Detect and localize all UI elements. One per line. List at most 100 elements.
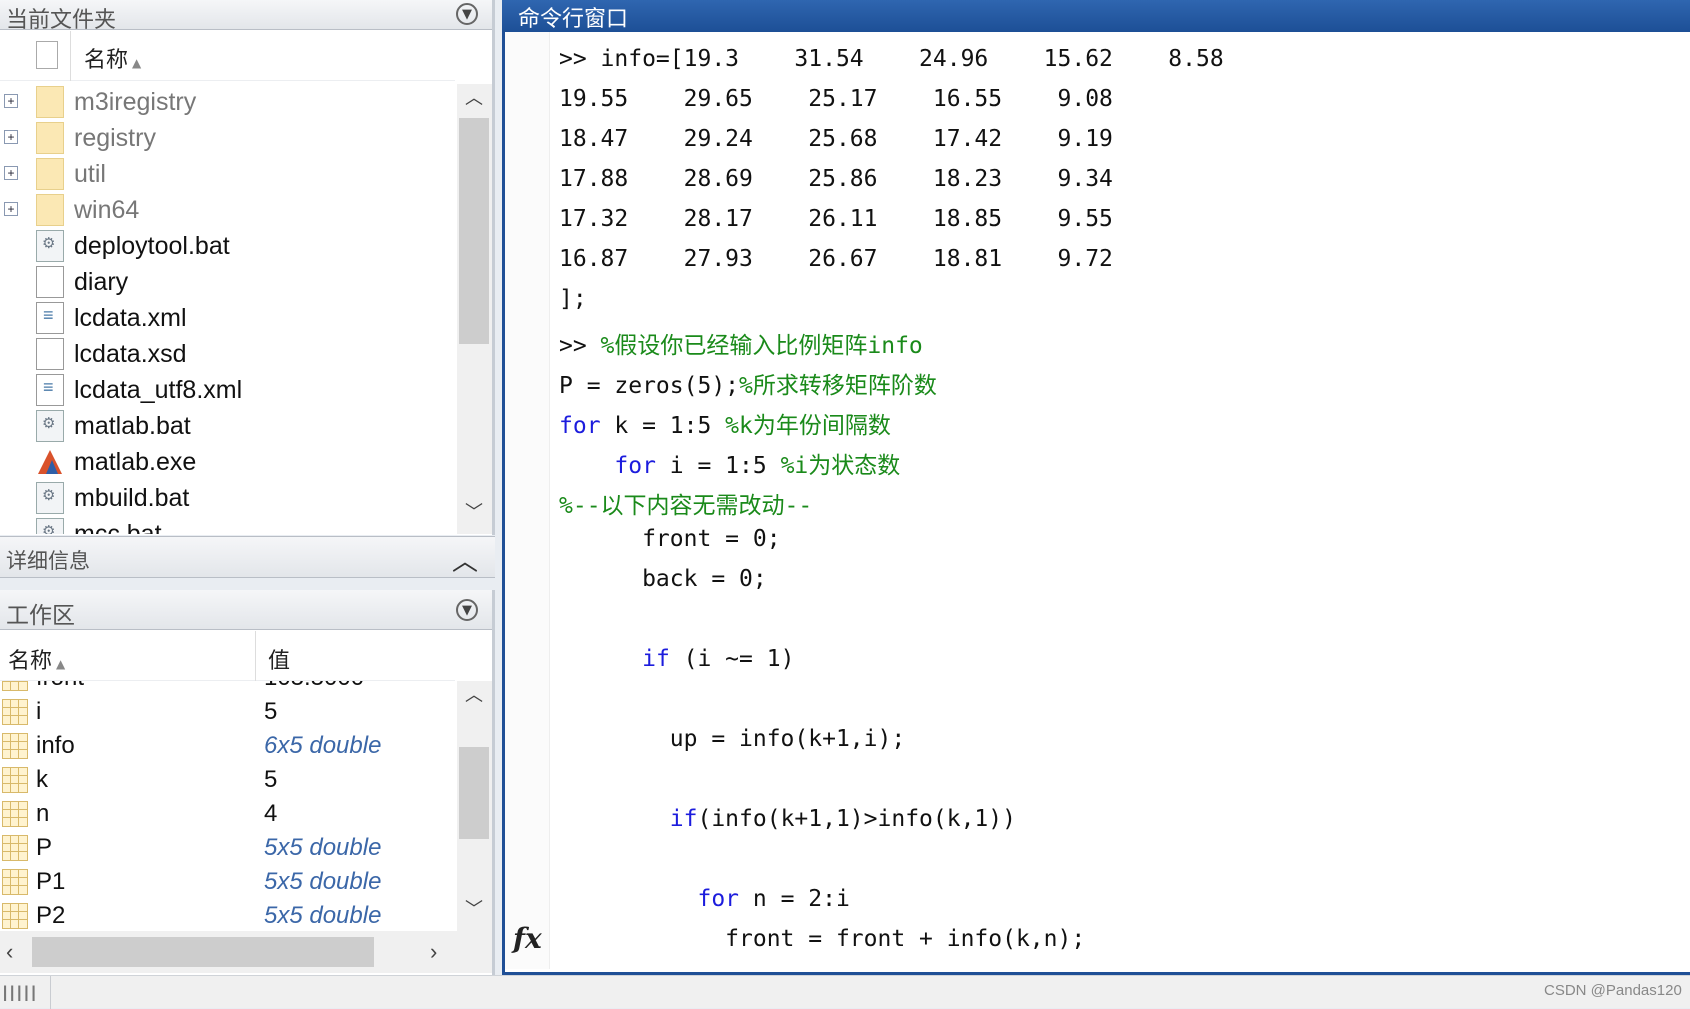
workspace-vertical-scrollbar[interactable]: ︿ ﹀ xyxy=(457,681,492,931)
file-item-mbuild-bat[interactable]: mbuild.bat xyxy=(0,480,455,514)
scroll-thumb[interactable] xyxy=(459,118,489,344)
variable-row-P1[interactable]: P1 5x5 double xyxy=(0,865,455,899)
expand-icon[interactable]: + xyxy=(4,94,18,108)
variable-grid-icon xyxy=(2,767,28,793)
command-line: %--以下内容无需改动-- xyxy=(559,493,813,519)
status-grip[interactable]: IIIII xyxy=(2,981,38,1007)
folder-icon xyxy=(36,86,64,118)
current-folder-header: 当前文件夹 ▼ xyxy=(0,0,492,33)
file-name: util xyxy=(74,160,106,188)
command-gutter xyxy=(505,32,550,969)
file-name: matlab.bat xyxy=(74,412,191,440)
command-line: for n = 2:i xyxy=(697,886,850,912)
file-name: registry xyxy=(74,124,156,152)
folder-item-registry[interactable]: + registry xyxy=(0,120,455,154)
file-name: matlab.exe xyxy=(74,448,197,476)
name-column-header[interactable]: 名称 ▲ xyxy=(8,643,65,675)
file-item-lcdata-xsd[interactable]: lcdata.xsd xyxy=(0,336,455,370)
function-browser-icon[interactable]: fx xyxy=(513,922,542,955)
scroll-right-icon[interactable]: › xyxy=(430,939,437,965)
variable-row-front[interactable]: front 105.5000 xyxy=(0,681,455,695)
variable-name: front xyxy=(36,681,84,692)
column-divider xyxy=(255,631,256,681)
scroll-up-icon[interactable]: ︿ xyxy=(457,681,491,707)
file-item-deploytool-bat[interactable]: deploytool.bat xyxy=(0,228,455,262)
variable-value: 105.5000 xyxy=(264,681,364,692)
folder-vertical-scrollbar[interactable]: ︿ ﹀ xyxy=(457,84,492,534)
xml-file-icon xyxy=(36,302,64,334)
command-line: 18.47 29.24 25.68 17.42 9.19 xyxy=(559,126,1113,152)
file-name: lcdata.xsd xyxy=(74,340,187,368)
file-item-lcdata-utf8-xml[interactable]: lcdata_utf8.xml xyxy=(0,372,455,406)
workspace-column-header: 名称 ▲ 值 xyxy=(0,631,455,681)
folder-icon xyxy=(36,122,64,154)
variable-value: 6x5 double xyxy=(264,732,382,759)
variable-name: i xyxy=(36,698,42,725)
details-header[interactable]: 详细信息 ︿ xyxy=(0,536,495,578)
command-line: 17.88 28.69 25.86 18.23 9.34 xyxy=(559,166,1113,192)
command-line: >> %假设你已经输入比例矩阵info xyxy=(559,333,923,359)
file-item-matlab-bat[interactable]: matlab.bat xyxy=(0,408,455,442)
command-window[interactable]: >> info=[19.3 31.54 24.96 15.62 8.58 19.… xyxy=(502,32,1690,975)
variable-name: P1 xyxy=(36,868,66,895)
details-title: 详细信息 xyxy=(6,549,90,573)
variable-row-i[interactable]: i 5 xyxy=(0,695,455,729)
file-item-lcdata-xml[interactable]: lcdata.xml xyxy=(0,300,455,334)
variable-name: info xyxy=(36,732,75,759)
workspace-horizontal-scrollbar[interactable]: ‹ › xyxy=(0,931,492,973)
file-name: mcc.bat xyxy=(74,520,162,534)
expand-icon[interactable]: + xyxy=(4,130,18,144)
column-file-icon xyxy=(36,41,58,69)
command-line: ]; xyxy=(559,286,587,312)
variable-row-P[interactable]: P 5x5 double xyxy=(0,831,455,865)
batch-file-icon xyxy=(36,230,64,262)
command-line: front = 0; xyxy=(559,526,781,552)
variable-row-k[interactable]: k 5 xyxy=(0,763,455,797)
batch-file-icon xyxy=(36,518,64,534)
command-line: if(info(k+1,1)>info(k,1)) xyxy=(669,806,1016,832)
panel-actions-icon[interactable]: ▼ xyxy=(456,599,478,621)
variable-name: P2 xyxy=(36,902,66,929)
variable-value: 5x5 double xyxy=(264,902,382,929)
file-name: lcdata.xml xyxy=(74,304,187,332)
variable-row-P2[interactable]: P2 5x5 double xyxy=(0,899,455,931)
value-column-header[interactable]: 值 xyxy=(268,643,290,675)
folder-item-m3iregistry[interactable]: + m3iregistry xyxy=(0,84,455,118)
file-item-mcc-bat[interactable]: mcc.bat xyxy=(0,516,455,534)
batch-file-icon xyxy=(36,410,64,442)
file-icon xyxy=(36,266,64,298)
watermark-text: CSDN @Pandas120 xyxy=(1544,982,1682,999)
matlab-logo-icon xyxy=(36,446,62,476)
name-column-header[interactable]: 名称 ▲ xyxy=(84,42,141,74)
expand-icon[interactable]: + xyxy=(4,202,18,216)
variable-row-info[interactable]: info 6x5 double xyxy=(0,729,455,763)
variable-row-n[interactable]: n 4 xyxy=(0,797,455,831)
file-item-diary[interactable]: diary xyxy=(0,264,455,298)
scroll-left-icon[interactable]: ‹ xyxy=(6,939,13,965)
panel-actions-icon[interactable]: ▼ xyxy=(456,3,478,25)
variable-grid-icon xyxy=(2,903,28,929)
scroll-thumb[interactable] xyxy=(32,937,374,967)
column-divider xyxy=(70,31,71,81)
scroll-down-icon[interactable]: ﹀ xyxy=(457,895,491,921)
file-item-matlab-exe[interactable]: matlab.exe xyxy=(0,444,455,478)
variable-value: 5 xyxy=(264,698,278,725)
folder-column-header: 名称 ▲ xyxy=(0,31,455,81)
variable-grid-icon xyxy=(2,801,28,827)
scroll-thumb[interactable] xyxy=(459,747,489,839)
command-line: >> info=[19.3 31.54 24.96 15.62 8.58 xyxy=(559,46,1224,72)
variable-name: P xyxy=(36,834,53,861)
batch-file-icon xyxy=(36,482,64,514)
file-name: lcdata_utf8.xml xyxy=(74,376,243,404)
folder-item-win64[interactable]: + win64 xyxy=(0,192,455,226)
scroll-down-icon[interactable]: ﹀ xyxy=(457,498,491,524)
scroll-up-icon[interactable]: ︿ xyxy=(457,84,491,110)
chevron-up-icon[interactable]: ︿ xyxy=(452,541,478,578)
sort-ascending-icon: ▲ xyxy=(56,657,66,671)
command-line: for k = 1:5 %k为年份间隔数 xyxy=(559,413,891,439)
status-bar: IIIII CSDN @Pandas120 xyxy=(0,975,1690,1009)
expand-icon[interactable]: + xyxy=(4,166,18,180)
workspace-variable-list: front 105.5000 i 5 info 6x5 double k 5 n… xyxy=(0,681,455,931)
workspace-title: 工作区 xyxy=(6,603,75,629)
folder-item-util[interactable]: + util xyxy=(0,156,455,190)
